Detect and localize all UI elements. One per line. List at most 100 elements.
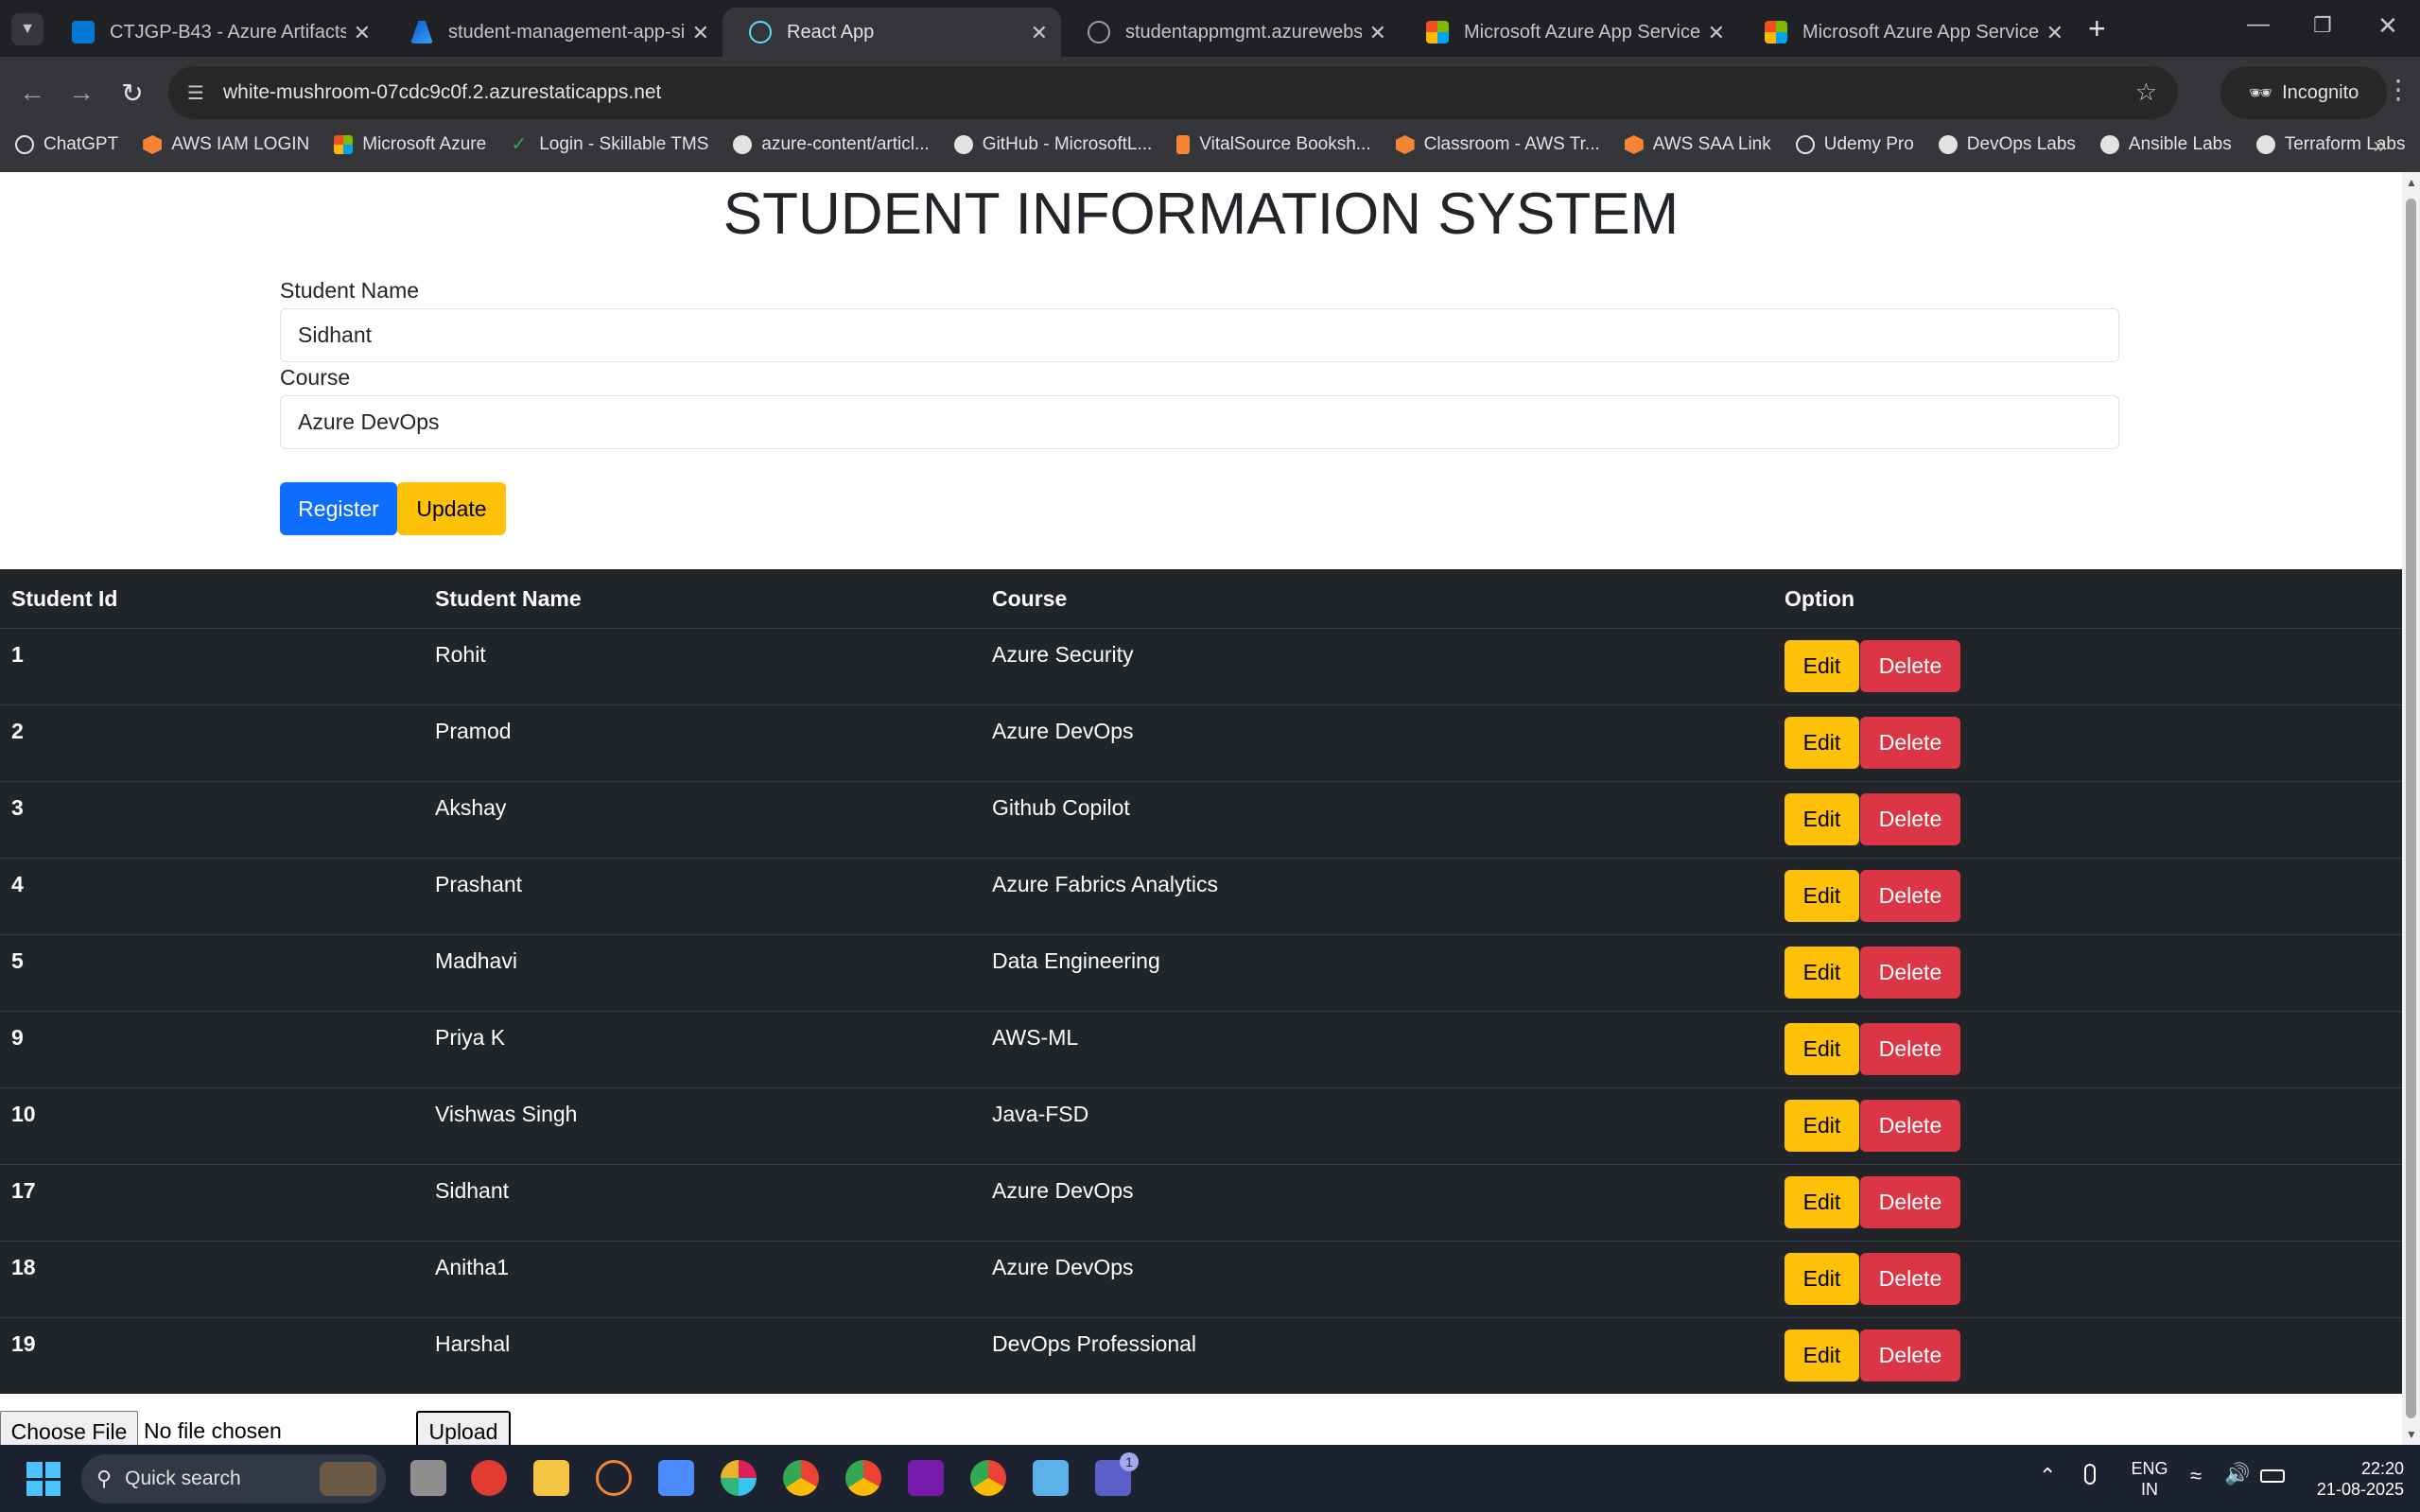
back-button[interactable]: ← bbox=[13, 74, 51, 112]
chrome-icon[interactable] bbox=[783, 1460, 819, 1496]
tray-chevron-icon[interactable]: ⌃ bbox=[2039, 1464, 2056, 1488]
forward-button[interactable]: → bbox=[62, 74, 100, 112]
site-settings-icon[interactable]: ☰ bbox=[187, 81, 212, 105]
register-button[interactable]: Register bbox=[280, 482, 397, 535]
tab-search-button[interactable]: ▼ bbox=[11, 13, 44, 45]
app-red-icon[interactable] bbox=[471, 1460, 507, 1496]
notepad-icon[interactable] bbox=[1033, 1460, 1069, 1496]
delete-button[interactable]: Delete bbox=[1860, 1176, 1960, 1228]
task-view-icon[interactable] bbox=[410, 1460, 446, 1496]
edit-button[interactable]: Edit bbox=[1785, 870, 1859, 922]
github-icon bbox=[953, 135, 973, 154]
microphone-icon[interactable] bbox=[2084, 1464, 2096, 1485]
bookmark-item[interactable]: Udemy Pro bbox=[1795, 134, 1914, 155]
table-row: 2 Pramod Azure DevOps Edit Delete bbox=[0, 704, 2402, 781]
close-icon[interactable]: ✕ bbox=[1369, 21, 1386, 45]
file-explorer-icon[interactable] bbox=[533, 1460, 569, 1496]
update-button[interactable]: Update bbox=[397, 482, 506, 535]
taskbar-search[interactable]: ⚲ Quick search bbox=[81, 1454, 386, 1503]
scroll-up-icon[interactable]: ▲ bbox=[2406, 176, 2417, 189]
course-input[interactable]: Azure DevOps bbox=[280, 395, 2119, 449]
browser-tab-1[interactable]: student-management-app-sidh ✕ bbox=[384, 8, 723, 57]
address-bar[interactable]: ☰ white-mushroom-07cdc9c0f.2.azurestatic… bbox=[168, 66, 2178, 119]
delete-button[interactable]: Delete bbox=[1860, 640, 1960, 692]
chatgpt-icon bbox=[15, 135, 34, 154]
scroll-down-icon[interactable]: ▼ bbox=[2406, 1428, 2417, 1441]
page-title: STUDENT INFORMATION SYSTEM bbox=[723, 182, 1680, 247]
scrollbar-thumb[interactable] bbox=[2406, 199, 2416, 1418]
bookmark-item[interactable]: Classroom - AWS Tr... bbox=[1395, 134, 1600, 155]
bookmark-item[interactable]: ✓ Login - Skillable TMS bbox=[511, 134, 708, 155]
bookmark-star-icon[interactable]: ☆ bbox=[2135, 78, 2157, 107]
app-orange-icon[interactable] bbox=[596, 1460, 632, 1496]
reload-icon: ↻ bbox=[121, 78, 144, 108]
table-row: 18 Anitha1 Azure DevOps Edit Delete bbox=[0, 1241, 2402, 1317]
battery-icon[interactable] bbox=[2260, 1469, 2285, 1483]
browser-tab-4[interactable]: Microsoft Azure App Service - W ✕ bbox=[1400, 8, 1738, 57]
close-icon[interactable]: ✕ bbox=[1031, 21, 1048, 45]
wifi-icon[interactable]: ≈ bbox=[2190, 1464, 2202, 1488]
header-student-id: Student Id bbox=[11, 586, 118, 611]
edit-button[interactable]: Edit bbox=[1785, 1100, 1859, 1152]
browser-tab-2[interactable]: React App ✕ bbox=[723, 8, 1061, 57]
edit-button[interactable]: Edit bbox=[1785, 1253, 1859, 1305]
edit-button[interactable]: Edit bbox=[1785, 793, 1859, 845]
page-scrollbar[interactable]: ▲ ▼ bbox=[2402, 172, 2420, 1445]
close-icon[interactable]: ✕ bbox=[354, 21, 371, 45]
bookmark-item[interactable]: DevOps Labs bbox=[1938, 134, 2076, 155]
minimize-button[interactable]: — bbox=[2247, 11, 2270, 38]
microsoft-icon bbox=[1765, 21, 1787, 43]
language-indicator[interactable]: ENG IN bbox=[2128, 1458, 2171, 1500]
arrow-right-icon: → bbox=[68, 78, 95, 107]
bookmark-item[interactable]: AWS SAA Link bbox=[1624, 134, 1771, 155]
bookmark-item[interactable]: Ansible Labs bbox=[2099, 134, 2232, 155]
delete-button[interactable]: Delete bbox=[1860, 1330, 1960, 1382]
windows-start-icon[interactable] bbox=[26, 1462, 61, 1496]
reload-button[interactable]: ↻ bbox=[113, 74, 151, 112]
browser-tab-3[interactable]: studentappmgmt.azurewebsite ✕ bbox=[1061, 8, 1400, 57]
delete-button[interactable]: Delete bbox=[1860, 947, 1960, 999]
close-window-button[interactable]: ✕ bbox=[2377, 11, 2398, 41]
snipping-tool-icon[interactable] bbox=[658, 1460, 694, 1496]
edit-button[interactable]: Edit bbox=[1785, 1176, 1859, 1228]
student-name-cell: Pramod bbox=[435, 719, 512, 743]
onenote-icon[interactable] bbox=[908, 1460, 944, 1496]
close-icon[interactable]: ✕ bbox=[2046, 21, 2063, 45]
slack-icon[interactable] bbox=[721, 1460, 757, 1496]
upload-button[interactable]: Upload bbox=[416, 1411, 511, 1445]
delete-button[interactable]: Delete bbox=[1860, 793, 1960, 845]
delete-button[interactable]: Delete bbox=[1860, 1023, 1960, 1075]
bookmark-item[interactable]: GitHub - MicrosoftL... bbox=[953, 134, 1152, 155]
bookmark-item[interactable]: azure-content/articl... bbox=[733, 134, 930, 155]
tab-label: Microsoft Azure App Service - W bbox=[1464, 21, 1700, 43]
chrome-incognito-icon[interactable] bbox=[970, 1460, 1006, 1496]
edit-button[interactable]: Edit bbox=[1785, 640, 1859, 692]
edit-button[interactable]: Edit bbox=[1785, 1330, 1859, 1382]
bookmark-item[interactable]: AWS IAM LOGIN bbox=[143, 134, 309, 155]
edit-button[interactable]: Edit bbox=[1785, 1023, 1859, 1075]
delete-button[interactable]: Delete bbox=[1860, 1100, 1960, 1152]
delete-button[interactable]: Delete bbox=[1860, 870, 1960, 922]
restore-button[interactable]: ❐ bbox=[2313, 13, 2332, 38]
new-tab-button[interactable]: + bbox=[2088, 11, 2106, 46]
bookmark-item[interactable]: VitalSource Booksh... bbox=[1176, 134, 1371, 155]
chevron-right-double-icon[interactable]: » bbox=[2374, 132, 2386, 159]
incognito-badge[interactable]: 🕶 Incognito bbox=[2220, 66, 2387, 119]
volume-icon[interactable]: 🔊 bbox=[2224, 1462, 2250, 1486]
choose-file-button[interactable]: Choose File bbox=[0, 1411, 138, 1445]
edit-button[interactable]: Edit bbox=[1785, 717, 1859, 769]
close-icon[interactable]: ✕ bbox=[692, 21, 709, 45]
teams-icon[interactable]: 1 bbox=[1095, 1452, 1139, 1496]
student-name-input[interactable]: Sidhant bbox=[280, 308, 2119, 362]
close-icon[interactable]: ✕ bbox=[1708, 21, 1725, 45]
bookmark-item[interactable]: ChatGPT bbox=[15, 134, 118, 155]
clock[interactable]: 22:20 21-08-2025 bbox=[2294, 1458, 2404, 1500]
delete-button[interactable]: Delete bbox=[1860, 717, 1960, 769]
browser-tab-0[interactable]: CTJGP-B43 - Azure Artifacts ✕ bbox=[45, 8, 384, 57]
edit-button[interactable]: Edit bbox=[1785, 947, 1859, 999]
chrome-profile-icon[interactable] bbox=[845, 1460, 881, 1496]
bookmark-item[interactable]: Microsoft Azure bbox=[334, 134, 486, 155]
delete-button[interactable]: Delete bbox=[1860, 1253, 1960, 1305]
browser-tab-5[interactable]: Microsoft Azure App Service - W ✕ bbox=[1738, 8, 2077, 57]
browser-menu-icon[interactable]: ⋮ bbox=[2385, 74, 2411, 105]
